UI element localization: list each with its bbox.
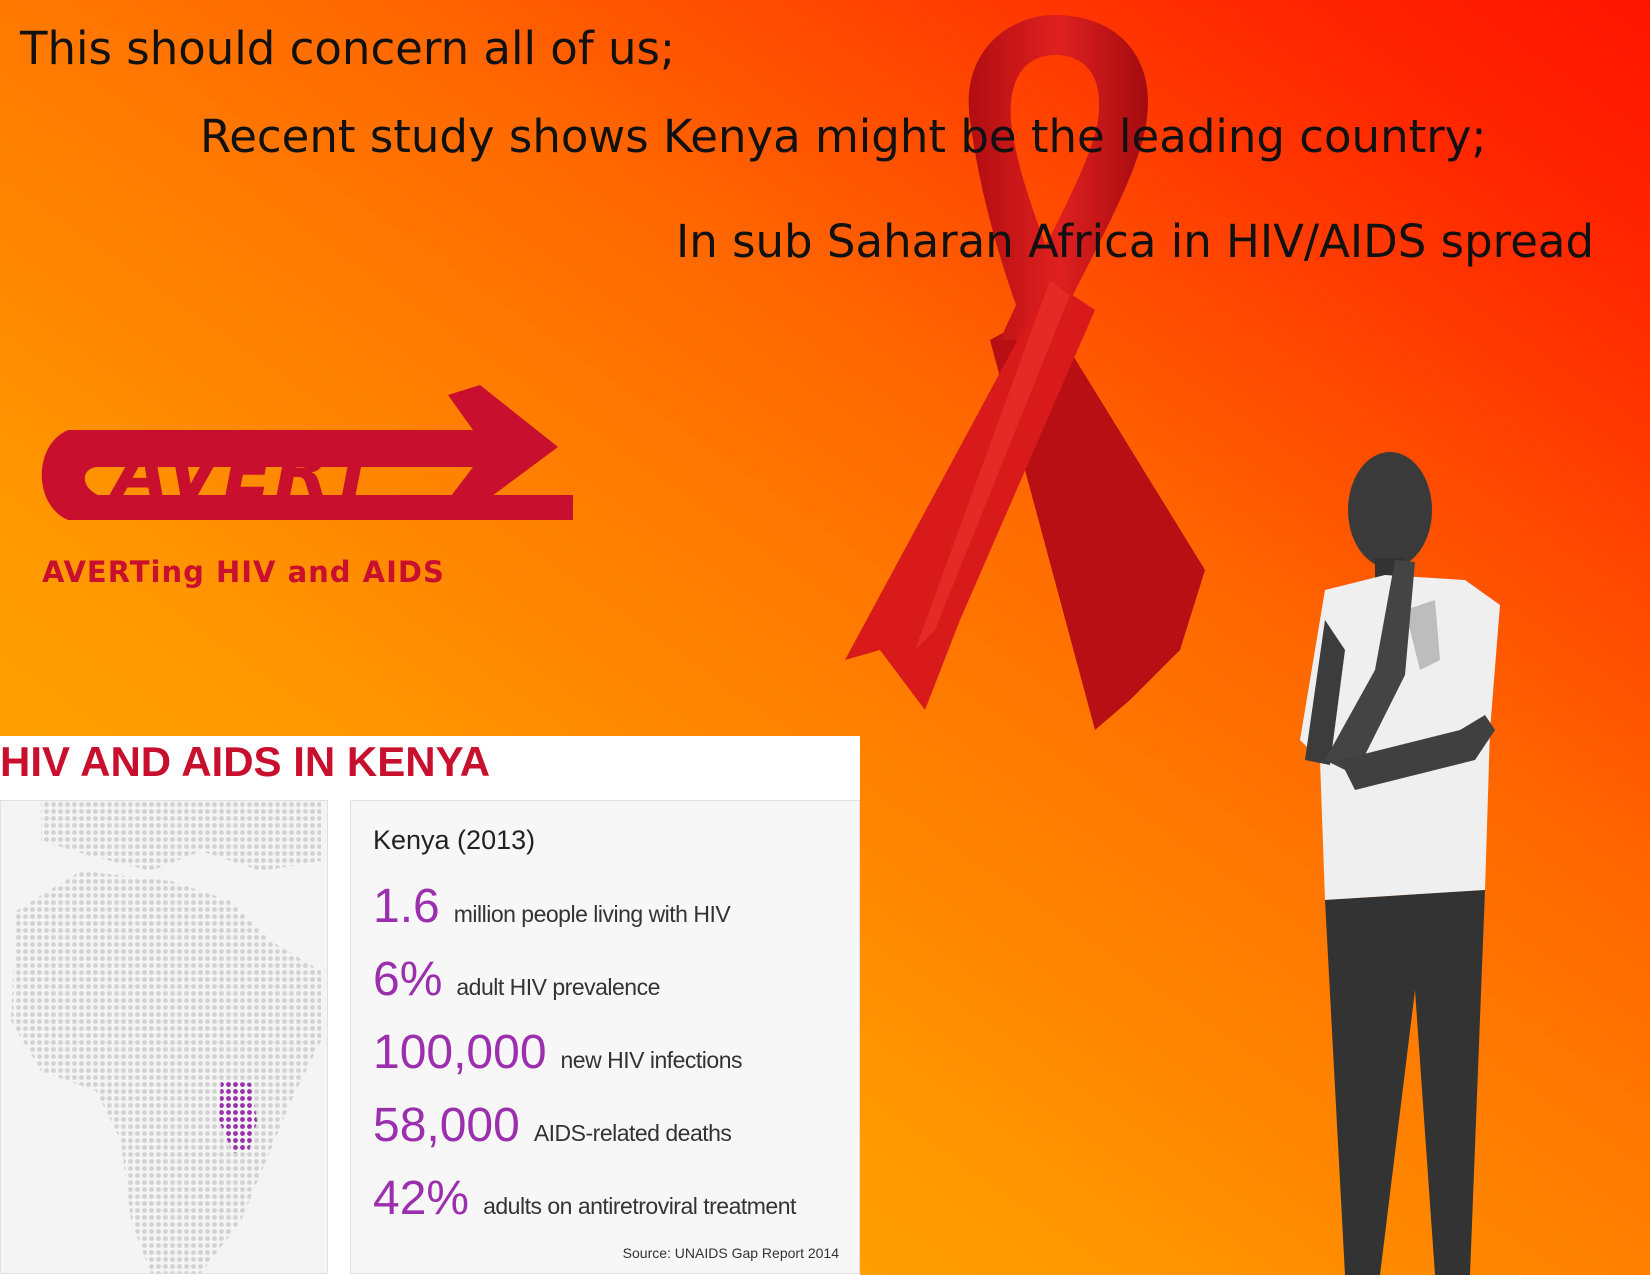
stat-art-coverage: 42% adults on antiretroviral treatment xyxy=(373,1171,796,1226)
avert-logo: AVERT AVERTing HIV and AIDS xyxy=(28,385,573,595)
stat-label: AIDS-related deaths xyxy=(533,1120,732,1146)
logo-tagline: AVERTing HIV and AIDS xyxy=(42,555,445,589)
source-citation: Source: UNAIDS Gap Report 2014 xyxy=(622,1245,839,1261)
stat-value: 58,000 xyxy=(373,1099,520,1152)
africa-map-icon xyxy=(0,800,328,1274)
headline-line-2: Recent study shows Kenya might be the le… xyxy=(200,110,1487,163)
stat-value: 42% xyxy=(373,1172,470,1225)
stat-label: adult HIV prevalence xyxy=(456,974,660,1000)
stat-value: 6% xyxy=(373,953,443,1006)
infographic-title: HIV AND AIDS IN KENYA xyxy=(0,738,491,785)
avert-arrow-icon: AVERT xyxy=(41,385,573,520)
avert-wordmark: AVERT xyxy=(108,430,383,514)
stat-adult-prevalence: 6% adult HIV prevalence xyxy=(373,952,660,1007)
stat-aids-deaths: 58,000 AIDS-related deaths xyxy=(373,1098,732,1153)
stat-new-infections: 100,000 new HIV infections xyxy=(373,1025,743,1080)
stat-label: million people living with HIV xyxy=(453,901,731,927)
stat-people-living-with-hiv: 1.6 million people living with HIV xyxy=(373,879,731,934)
stat-label: new HIV infections xyxy=(560,1047,743,1073)
stat-label: adults on antiretroviral treatment xyxy=(483,1193,796,1219)
stat-value: 1.6 xyxy=(373,880,440,933)
headline-line-1: This should concern all of us; xyxy=(20,22,676,75)
headline-line-3: In sub Saharan Africa in HIV/AIDS spread xyxy=(676,215,1595,268)
stats-panel: Kenya (2013) 1.6 million people living wi… xyxy=(350,800,860,1274)
stat-value: 100,000 xyxy=(373,1026,547,1079)
person-photo xyxy=(1300,452,1500,1275)
kenya-hiv-infographic: HIV AND AIDS IN KENYA Kenya (2013) 1.6 mi… xyxy=(0,736,860,1275)
country-year-label: Kenya (2013) xyxy=(373,825,536,855)
